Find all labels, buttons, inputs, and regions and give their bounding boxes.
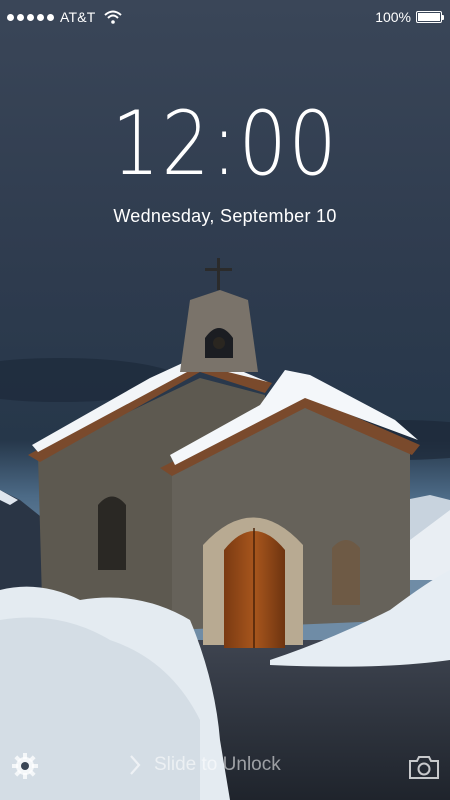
battery-percent: 100% [375, 9, 411, 25]
camera-icon[interactable] [408, 754, 440, 780]
lock-screen-time: 12:00 [111, 92, 339, 195]
wifi-icon [103, 10, 122, 24]
chevron-right-icon [130, 755, 141, 775]
carrier-label: AT&T [60, 9, 96, 25]
battery-icon [416, 11, 444, 23]
battery-level-fill [418, 13, 440, 21]
slide-to-unlock-label: Slide to Unlock [154, 754, 281, 775]
gear-icon[interactable] [10, 751, 40, 781]
lock-screen-bottom-bar: Slide to Unlock [0, 742, 450, 790]
slide-to-unlock[interactable]: Slide to Unlock [128, 754, 281, 776]
signal-strength-icon [7, 13, 54, 21]
battery-indicator: 100% [375, 9, 444, 25]
status-bar: AT&T 100% [0, 0, 450, 34]
lock-screen-date: Wednesday, September 10 [113, 206, 337, 226]
